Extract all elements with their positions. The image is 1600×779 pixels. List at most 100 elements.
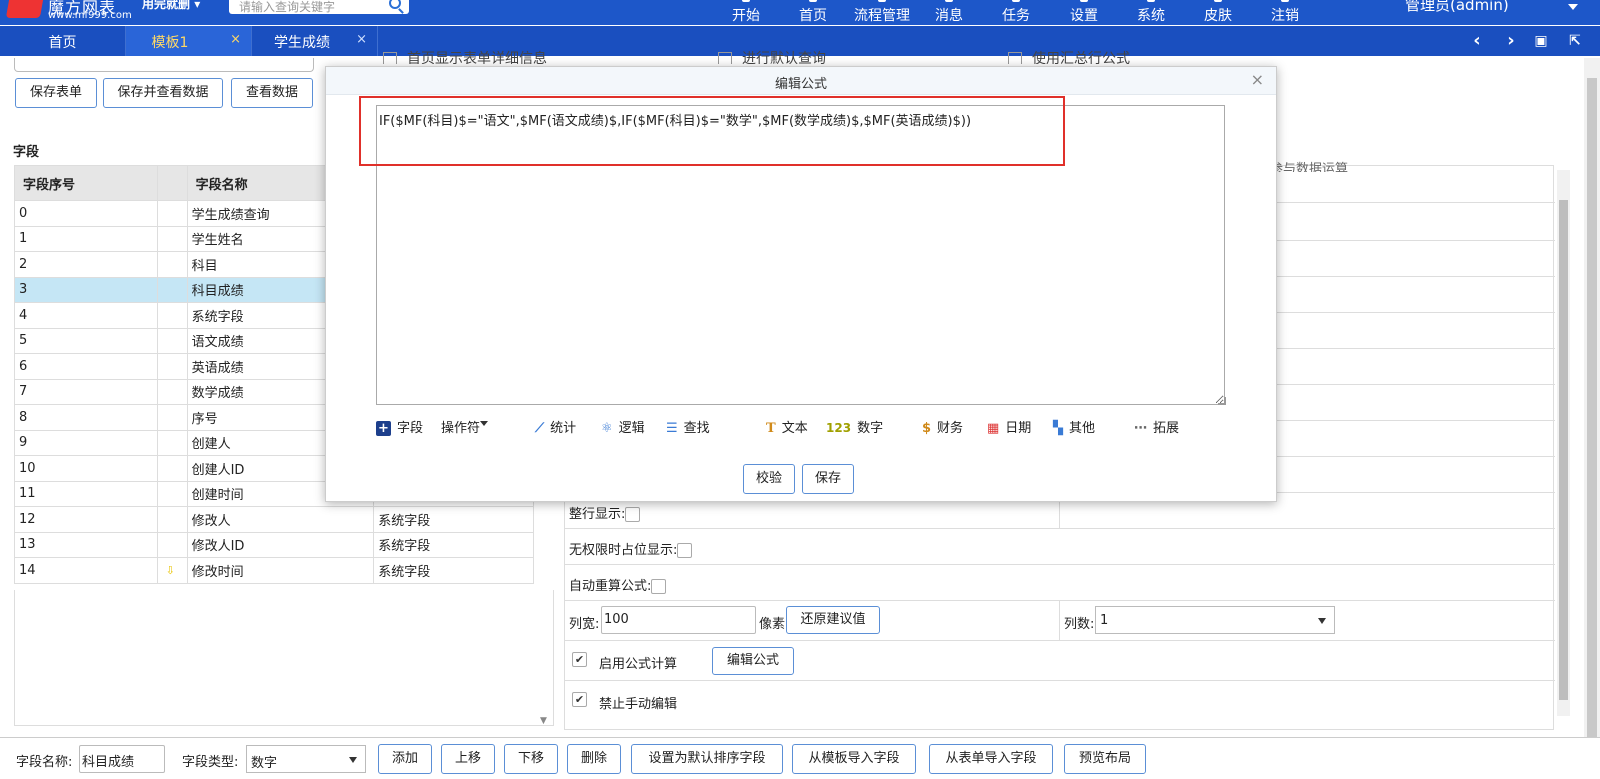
search-icon[interactable] bbox=[389, 0, 401, 9]
save-and-view-button[interactable]: 保存并查看数据 bbox=[103, 78, 223, 108]
col-width-label: 列宽: bbox=[569, 617, 600, 632]
close-icon[interactable]: × bbox=[230, 32, 241, 47]
option-label: 进行默认查询 bbox=[742, 51, 826, 64]
property-grid-scrollbar[interactable] bbox=[1557, 170, 1570, 716]
tab-template1[interactable]: 模板1 × bbox=[126, 26, 252, 56]
checkbox[interactable] bbox=[383, 52, 397, 64]
field-type-select[interactable]: 数字 bbox=[246, 745, 366, 773]
view-data-button[interactable]: 查看数据 bbox=[231, 78, 313, 108]
nav-skin[interactable]: 皮肤 bbox=[1198, 0, 1238, 25]
nav-home[interactable]: 首页 bbox=[793, 0, 833, 25]
chevron-down-icon[interactable] bbox=[1568, 4, 1578, 10]
close-icon[interactable]: × bbox=[356, 32, 367, 47]
restore-default-button[interactable]: 还原建议值 bbox=[786, 606, 880, 634]
placeholder-label: 无权限时占位显示: bbox=[569, 543, 678, 558]
chevron-down-icon bbox=[1318, 618, 1326, 624]
marker-cell bbox=[156, 225, 188, 252]
table-row[interactable]: 13 修改人ID 系统字段 bbox=[14, 531, 534, 558]
admin-user-menu[interactable]: 管理员(admin) bbox=[1405, 0, 1509, 15]
tool-extend[interactable]: ⋯ 拓展 bbox=[1134, 417, 1179, 436]
chevron-right-icon[interactable]: › bbox=[1500, 30, 1522, 52]
add-button[interactable]: 添加 bbox=[378, 744, 432, 774]
chevron-down-icon bbox=[349, 757, 357, 763]
marker-cell bbox=[156, 353, 188, 380]
logo-icon bbox=[5, 0, 45, 18]
scroll-down-icon[interactable]: ▼ bbox=[540, 716, 547, 726]
nav-settings[interactable]: 设置 bbox=[1064, 0, 1104, 25]
auto-recalc-label: 自动重算公式: bbox=[569, 579, 652, 594]
arrow-down-icon[interactable]: ⇩ bbox=[162, 564, 175, 577]
table-row[interactable]: 14 ⇩ 修改时间 系统字段 bbox=[14, 557, 534, 584]
ellipsis-icon: ⋯ bbox=[1134, 421, 1147, 436]
resize-handle-icon[interactable] bbox=[1218, 397, 1226, 405]
column-header-index[interactable]: 字段序号 bbox=[14, 165, 158, 201]
tool-other[interactable]: ▚ 其他 bbox=[1053, 417, 1095, 436]
tab-home[interactable]: 首页 bbox=[0, 26, 126, 56]
field-type-cell: 系统字段 bbox=[373, 506, 534, 533]
import-from-template-button[interactable]: 从模板导入字段 bbox=[792, 744, 916, 774]
checkbox[interactable] bbox=[718, 52, 732, 64]
expand-icon[interactable]: ⇱ bbox=[1564, 30, 1586, 52]
calendar-icon: ▦ bbox=[987, 421, 1000, 436]
save-icon[interactable]: ▣ bbox=[1530, 30, 1552, 52]
top-search-input[interactable]: 请输入查询关键字 bbox=[229, 0, 409, 14]
no-manual-edit-checkbox[interactable] bbox=[572, 692, 587, 707]
edit-formula-button[interactable]: 编辑公式 bbox=[712, 647, 794, 675]
scrollbar-thumb[interactable] bbox=[1559, 200, 1568, 700]
col-width-input[interactable]: 100 bbox=[601, 606, 756, 634]
option-detail-info[interactable]: 首页显示表单详细信息 bbox=[383, 48, 703, 64]
page-scrollbar[interactable] bbox=[1584, 58, 1600, 758]
col-count-select[interactable]: 1 bbox=[1095, 606, 1335, 634]
table-row[interactable]: 12 修改人 系统字段 bbox=[14, 506, 534, 533]
gear-icon bbox=[1080, 0, 1088, 2]
scrollbar-thumb[interactable] bbox=[1587, 78, 1597, 738]
edition-dropdown[interactable]: 用完就删 ▾ bbox=[142, 0, 200, 12]
set-default-sort-button[interactable]: 设置为默认排序字段 bbox=[631, 744, 783, 774]
auto-recalc-checkbox[interactable] bbox=[651, 579, 667, 594]
tool-label: 查找 bbox=[683, 421, 710, 436]
validate-button[interactable]: 校验 bbox=[743, 464, 795, 494]
tool-statistics[interactable]: ⟋ 统计 bbox=[535, 417, 576, 436]
checkbox[interactable] bbox=[1008, 52, 1022, 64]
save-form-button[interactable]: 保存表单 bbox=[15, 78, 97, 108]
chevron-down-icon bbox=[480, 421, 489, 426]
close-icon[interactable]: × bbox=[1251, 70, 1264, 89]
prop-row-col-width: 列宽: 100 像素 还原建议值 列数: 1 bbox=[565, 601, 1555, 641]
tool-field[interactable]: + 字段 bbox=[376, 417, 423, 436]
preview-layout-button[interactable]: 预览布局 bbox=[1064, 744, 1146, 774]
chevron-left-icon[interactable]: ‹ bbox=[1466, 30, 1488, 52]
option-default-query[interactable]: 进行默认查询 bbox=[718, 48, 978, 64]
tool-lookup[interactable]: ☰ 查找 bbox=[666, 417, 710, 436]
field-name-input[interactable]: 科目成绩 bbox=[79, 745, 165, 773]
marker-cell: ⇩ bbox=[156, 557, 188, 584]
option-summary-formula[interactable]: 使用汇总行公式 bbox=[1008, 48, 1268, 64]
tool-date[interactable]: ▦ 日期 bbox=[987, 417, 1031, 436]
nav-logout[interactable]: 注销 bbox=[1265, 0, 1305, 25]
nav-workflow[interactable]: 流程管理 bbox=[850, 0, 914, 25]
import-from-form-button[interactable]: 从表单导入字段 bbox=[929, 744, 1053, 774]
placeholder-checkbox[interactable] bbox=[677, 543, 693, 558]
nav-messages[interactable]: 消息 bbox=[929, 0, 969, 25]
tool-text[interactable]: T 文本 bbox=[766, 417, 808, 436]
tab-student-scores[interactable]: 学生成绩 × bbox=[252, 26, 378, 56]
nav-system[interactable]: 系统 bbox=[1131, 0, 1171, 25]
enable-formula-checkbox[interactable] bbox=[572, 652, 587, 667]
dialog-header: 编辑公式 × bbox=[326, 67, 1276, 95]
task-icon bbox=[1012, 0, 1020, 2]
chart-line-icon: ⟋ bbox=[535, 421, 545, 436]
tool-finance[interactable]: $ 财务 bbox=[922, 417, 963, 436]
marker-cell bbox=[156, 378, 188, 405]
delete-button[interactable]: 删除 bbox=[567, 744, 621, 774]
nav-start[interactable]: 开始 bbox=[726, 0, 766, 25]
tool-operator[interactable]: 操作符 bbox=[441, 417, 489, 436]
move-up-button[interactable]: 上移 bbox=[441, 744, 495, 774]
field-index-cell: 12 bbox=[14, 506, 158, 533]
save-button[interactable]: 保存 bbox=[802, 464, 854, 494]
tool-logic[interactable]: ⚛ 逻辑 bbox=[601, 417, 645, 436]
tool-label: 统计 bbox=[550, 421, 577, 436]
tool-number[interactable]: 123 数字 bbox=[826, 417, 883, 436]
nav-tasks[interactable]: 任务 bbox=[996, 0, 1036, 25]
move-down-button[interactable]: 下移 bbox=[504, 744, 558, 774]
tool-label: 逻辑 bbox=[618, 421, 645, 436]
whole-row-checkbox[interactable] bbox=[625, 507, 641, 522]
